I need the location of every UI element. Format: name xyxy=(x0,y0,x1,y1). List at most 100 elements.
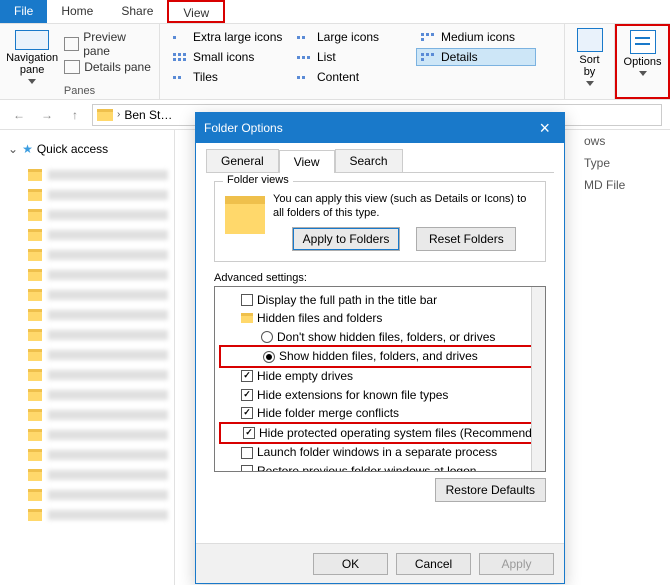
folder-icon xyxy=(28,209,42,221)
folder-views-text: You can apply this view (such as Details… xyxy=(273,192,535,221)
tree-item[interactable] xyxy=(6,326,168,344)
opt-restore-prev[interactable]: Restore previous folder windows at logon xyxy=(221,462,539,472)
layout-medium[interactable]: Medium icons xyxy=(416,28,536,46)
dialog-body: Folder views You can apply this view (su… xyxy=(206,172,554,537)
folder-icon xyxy=(28,309,42,321)
tree-item[interactable] xyxy=(6,186,168,204)
sort-by-button[interactable]: Sort by xyxy=(565,24,615,99)
checkbox-icon[interactable] xyxy=(243,427,255,439)
layout-list[interactable]: List xyxy=(292,48,412,66)
menu-view[interactable]: View xyxy=(167,0,225,23)
opt-hide-ext[interactable]: Hide extensions for known file types xyxy=(221,386,539,405)
layout-icon xyxy=(173,31,189,43)
chevron-right-icon: › xyxy=(117,109,120,120)
tree-item[interactable] xyxy=(6,286,168,304)
layout-icon xyxy=(173,51,189,63)
tree-item[interactable] xyxy=(6,206,168,224)
tab-view[interactable]: View xyxy=(279,150,335,173)
forward-button[interactable]: → xyxy=(36,104,58,126)
radio-icon[interactable] xyxy=(261,331,273,343)
folder-options-dialog: Folder Options × General View Search Fol… xyxy=(195,112,565,584)
layout-large[interactable]: Large icons xyxy=(292,28,412,46)
nav-tree[interactable]: ⌄ ★ Quick access xyxy=(0,130,175,585)
layout-icon xyxy=(421,51,437,63)
path-segment: Ben St… xyxy=(124,108,172,122)
tree-item[interactable] xyxy=(6,466,168,484)
layout-small[interactable]: Small icons xyxy=(168,48,288,66)
layout-icon xyxy=(297,51,313,63)
folder-icon xyxy=(241,313,253,323)
options-icon xyxy=(630,30,656,54)
menu-file[interactable]: File xyxy=(0,0,47,23)
dialog-titlebar[interactable]: Folder Options × xyxy=(196,113,564,143)
folder-icon xyxy=(28,449,42,461)
advanced-settings-list[interactable]: Display the full path in the title bar H… xyxy=(214,286,546,472)
dialog-title: Folder Options xyxy=(204,121,283,135)
back-button[interactable]: ← xyxy=(8,104,30,126)
layout-details[interactable]: Details xyxy=(416,48,536,66)
menu-share[interactable]: Share xyxy=(107,0,167,23)
radio-icon[interactable] xyxy=(263,351,275,363)
tree-children xyxy=(6,166,168,524)
layout-extra-large[interactable]: Extra large icons xyxy=(168,28,288,46)
tree-item[interactable] xyxy=(6,426,168,444)
tree-item[interactable] xyxy=(6,346,168,364)
details-pane-icon xyxy=(64,60,80,74)
checkbox-icon[interactable] xyxy=(241,389,253,401)
hint-ows: ows xyxy=(584,134,666,148)
opt-hide-protected[interactable]: Hide protected operating system files (R… xyxy=(223,424,537,443)
options-button[interactable]: Options xyxy=(615,24,670,99)
tree-item[interactable] xyxy=(6,446,168,464)
checkbox-icon[interactable] xyxy=(241,407,253,419)
up-button[interactable]: ↑ xyxy=(64,104,86,126)
chevron-down-icon: ⌄ xyxy=(8,142,18,156)
tree-item[interactable] xyxy=(6,306,168,324)
dialog-tabs: General View Search xyxy=(196,143,564,172)
apply-button[interactable]: Apply xyxy=(479,553,554,575)
reset-folders-button[interactable]: Reset Folders xyxy=(416,227,516,251)
opt-launch-sep[interactable]: Launch folder windows in a separate proc… xyxy=(221,443,539,462)
folder-views-icon xyxy=(225,196,265,234)
tree-item[interactable] xyxy=(6,486,168,504)
tab-search[interactable]: Search xyxy=(335,149,403,172)
opt-display-full-path[interactable]: Display the full path in the title bar xyxy=(221,291,539,310)
tree-item[interactable] xyxy=(6,386,168,404)
layout-tiles[interactable]: Tiles xyxy=(168,68,288,86)
tree-item[interactable] xyxy=(6,506,168,524)
checkbox-icon[interactable] xyxy=(241,294,253,306)
ok-button[interactable]: OK xyxy=(313,553,388,575)
right-edge-hints: ows Type MD File xyxy=(580,130,670,585)
opt-show-hidden[interactable]: Show hidden files, folders, and drives xyxy=(223,347,537,366)
layout-content[interactable]: Content xyxy=(292,68,412,86)
folder-icon xyxy=(28,349,42,361)
checkbox-icon[interactable] xyxy=(241,370,253,382)
tree-quick-access[interactable]: ⌄ ★ Quick access xyxy=(6,138,168,160)
layout-icon xyxy=(421,31,437,43)
checkbox-icon[interactable] xyxy=(241,447,253,459)
folder-views-legend: Folder views xyxy=(223,174,293,186)
folder-icon xyxy=(28,409,42,421)
chevron-down-icon xyxy=(586,81,594,86)
opt-dont-show-hidden[interactable]: Don't show hidden files, folders, or dri… xyxy=(221,328,539,347)
apply-to-folders-button[interactable]: Apply to Folders xyxy=(292,227,401,251)
tab-general[interactable]: General xyxy=(206,149,279,172)
opt-hide-empty[interactable]: Hide empty drives xyxy=(221,367,539,386)
tree-item[interactable] xyxy=(6,366,168,384)
scrollbar[interactable] xyxy=(531,287,545,471)
sort-icon xyxy=(577,28,603,52)
restore-defaults-button[interactable]: Restore Defaults xyxy=(435,478,546,502)
details-pane-button[interactable]: Details pane xyxy=(64,60,151,74)
preview-pane-button[interactable]: Preview pane xyxy=(64,30,151,58)
tree-item[interactable] xyxy=(6,246,168,264)
opt-hide-merge[interactable]: Hide folder merge conflicts xyxy=(221,404,539,423)
tree-item[interactable] xyxy=(6,406,168,424)
checkbox-icon[interactable] xyxy=(241,465,253,471)
cancel-button[interactable]: Cancel xyxy=(396,553,471,575)
close-button[interactable]: × xyxy=(533,118,556,139)
tree-item[interactable] xyxy=(6,266,168,284)
tree-item[interactable] xyxy=(6,226,168,244)
menu-home[interactable]: Home xyxy=(47,0,107,23)
tree-item[interactable] xyxy=(6,166,168,184)
folder-icon xyxy=(28,489,42,501)
folder-icon xyxy=(97,109,113,121)
